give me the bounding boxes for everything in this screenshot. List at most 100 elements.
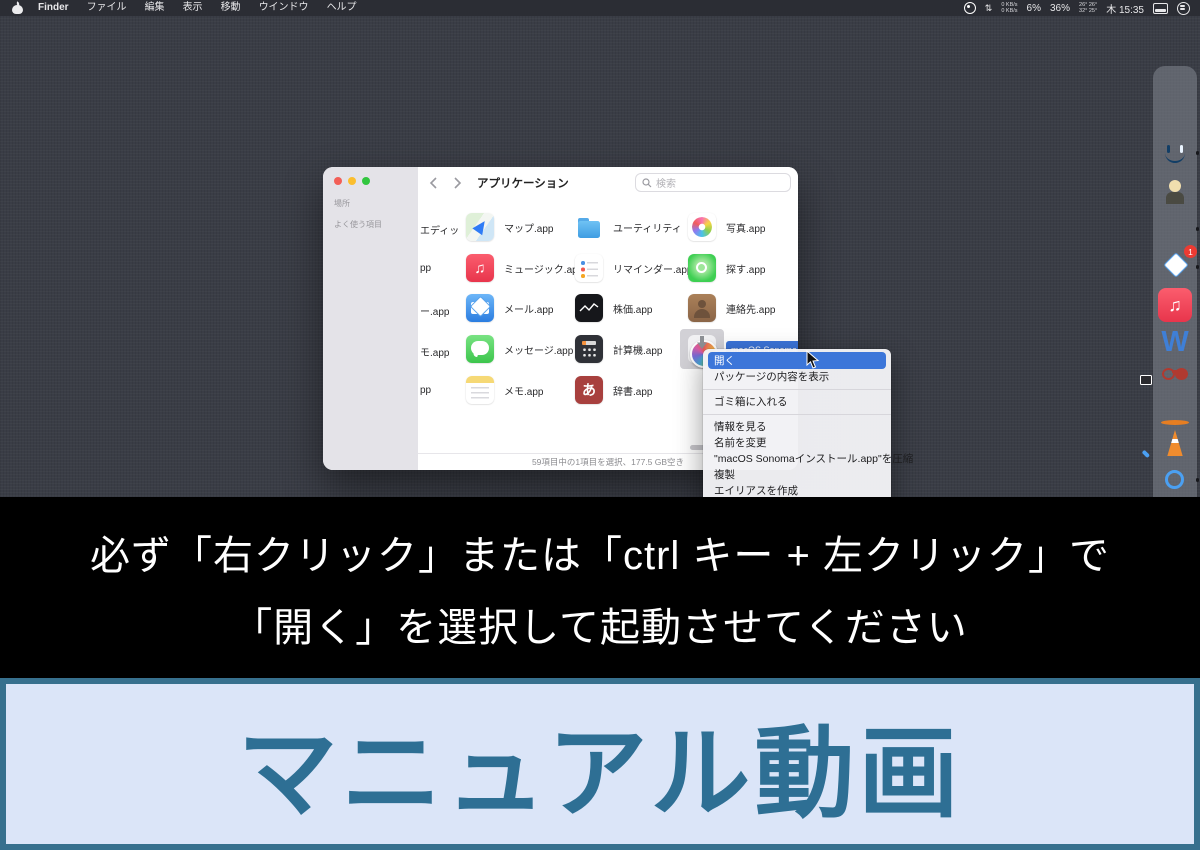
network-arrows-icon[interactable]: ⇅ [985, 3, 993, 14]
running-indicator [1196, 265, 1200, 269]
mail-unread-badge: 1 [1184, 245, 1197, 258]
menu-view[interactable]: 表示 [174, 0, 212, 16]
partial-app-label[interactable]: pp [420, 385, 462, 396]
clock[interactable]: 木 15:35 [1106, 1, 1144, 16]
window-title: アプリケーション [477, 175, 569, 191]
menu-item-show-package-contents[interactable]: パッケージの内容を表示 [703, 369, 891, 385]
reminders-app-icon [575, 254, 603, 282]
app-item-utilities[interactable]: ユーティリティ [575, 213, 682, 241]
menu-item-open[interactable]: 開く [708, 352, 886, 369]
cpu-usage[interactable]: 6% [1027, 3, 1041, 14]
caption-line-2: 「開く」を選択して起動させてください [232, 595, 968, 653]
app-label: 連絡先.app [726, 301, 775, 316]
app-label: マップ.app [504, 220, 553, 235]
app-label: 写真.app [726, 220, 765, 235]
memory-usage[interactable]: 36% [1050, 3, 1070, 14]
app-item-stocks[interactable]: 株価.app [575, 294, 652, 322]
menu-finder[interactable]: Finder [29, 0, 78, 16]
dock-item-finder[interactable] [1158, 136, 1192, 170]
maps-app-icon [466, 213, 494, 241]
screen-record-icon[interactable] [964, 2, 976, 14]
app-item-music[interactable]: ミュージック.app [466, 254, 583, 282]
dock-item-music[interactable] [1158, 288, 1192, 322]
dock-item-glasses-app[interactable] [1158, 357, 1192, 391]
desktop: Finder ファイル 編集 表示 移動 ウインドウ ヘルプ ⇅ 0 KB/s … [0, 0, 1200, 850]
menu-go[interactable]: 移動 [212, 0, 250, 16]
app-label: メッセージ.app [504, 342, 573, 357]
app-label: メール.app [504, 301, 553, 316]
app-label: リマインダー.app [613, 261, 692, 276]
findmy-app-icon [688, 254, 716, 282]
app-item-calculator[interactable]: 計算機.app [575, 335, 662, 363]
dock-item-chrome[interactable] [1158, 212, 1192, 246]
minimize-button[interactable] [348, 177, 356, 185]
notes-app-icon [466, 376, 494, 404]
input-source-icon[interactable] [1153, 3, 1168, 14]
app-item-findmy[interactable]: 探す.app [688, 254, 765, 282]
menu-item-rename[interactable]: 名前を変更 [703, 435, 891, 451]
status-text: 59項目中の1項目を選択、177.5 GB空き [532, 456, 684, 468]
caption-line-1: 必ず「右クリック」または「ctrl キー + 左クリック」で [90, 523, 1110, 581]
partial-app-label[interactable]: ー.app [420, 303, 462, 318]
search-placeholder: 検索 [656, 175, 676, 190]
app-label: 探す.app [726, 261, 765, 276]
app-item-contacts[interactable]: 連絡先.app [688, 294, 775, 322]
running-indicator [1196, 151, 1200, 155]
menu-item-compress[interactable]: "macOS Sonomaインストール.app"を圧縮 [703, 451, 891, 467]
menu-help[interactable]: ヘルプ [318, 0, 366, 16]
dock-item-character-app[interactable] [1158, 174, 1192, 208]
app-label: ミュージック.app [504, 261, 583, 276]
app-item-dictionary[interactable]: あ 辞書.app [575, 376, 652, 404]
menu-separator [703, 414, 891, 415]
manual-video-banner: マニュアル動画 [0, 678, 1200, 850]
partial-app-label[interactable]: モ.app [420, 344, 462, 359]
dock: 1 W [1153, 66, 1197, 511]
app-item-notes[interactable]: メモ.app [466, 376, 543, 404]
running-indicator [1196, 478, 1200, 482]
menu-edit[interactable]: 編集 [136, 0, 174, 16]
context-menu: 開く パッケージの内容を表示 ゴミ箱に入れる 情報を見る 名前を変更 "macO… [703, 349, 891, 521]
calculator-app-icon [575, 335, 603, 363]
mouse-cursor [806, 350, 820, 370]
app-label: 株価.app [613, 301, 652, 316]
back-button[interactable] [429, 177, 438, 189]
utilities-folder-icon [575, 213, 603, 241]
contacts-app-icon [688, 294, 716, 322]
temperature-widget[interactable]: 26° 26° 32° 25° [1079, 2, 1097, 15]
dock-item-mail[interactable]: 1 [1158, 250, 1192, 284]
search-input[interactable]: 検索 [635, 173, 791, 192]
menu-window[interactable]: ウインドウ [250, 0, 318, 16]
app-label: 辞書.app [613, 383, 652, 398]
network-speed[interactable]: 0 KB/s 0 KB/s [1001, 2, 1017, 15]
temps-bottom: 32° 25° [1079, 8, 1097, 15]
control-center-icon[interactable] [1177, 2, 1190, 15]
menu-bar: Finder ファイル 編集 表示 移動 ウインドウ ヘルプ ⇅ 0 KB/s … [0, 0, 1200, 16]
running-indicator [1196, 227, 1200, 231]
dock-item-vlc[interactable] [1158, 427, 1192, 461]
dock-item-quicktime[interactable] [1158, 463, 1192, 497]
app-item-mail[interactable]: メール.app [466, 294, 553, 322]
menu-item-duplicate[interactable]: 複製 [703, 467, 891, 483]
app-label: メモ.app [504, 383, 543, 398]
dock-item-w-app[interactable]: W [1158, 325, 1192, 359]
apple-menu-icon[interactable] [12, 2, 23, 14]
mail-app-icon [466, 294, 494, 322]
zoom-button[interactable] [362, 177, 370, 185]
menu-item-move-to-trash[interactable]: ゴミ箱に入れる [703, 394, 891, 410]
dictionary-app-icon: あ [575, 376, 603, 404]
close-button[interactable] [334, 177, 342, 185]
partial-app-label[interactable]: pp [420, 263, 462, 274]
forward-button[interactable] [453, 177, 462, 189]
photos-app-icon [688, 213, 716, 241]
menu-file[interactable]: ファイル [78, 0, 136, 16]
sidebar-section-favorites: よく使う項目 [334, 219, 382, 230]
menu-item-get-info[interactable]: 情報を見る [703, 419, 891, 435]
app-label: 計算機.app [613, 342, 662, 357]
finder-toolbar: アプリケーション 検索 [418, 167, 798, 199]
partial-app-label[interactable]: エディッ [420, 222, 462, 237]
app-item-reminders[interactable]: リマインダー.app [575, 254, 692, 282]
app-item-maps[interactable]: マップ.app [466, 213, 553, 241]
net-down-speed: 0 KB/s [1001, 8, 1017, 15]
app-item-messages[interactable]: メッセージ.app [466, 335, 573, 363]
app-item-photos[interactable]: 写真.app [688, 213, 765, 241]
